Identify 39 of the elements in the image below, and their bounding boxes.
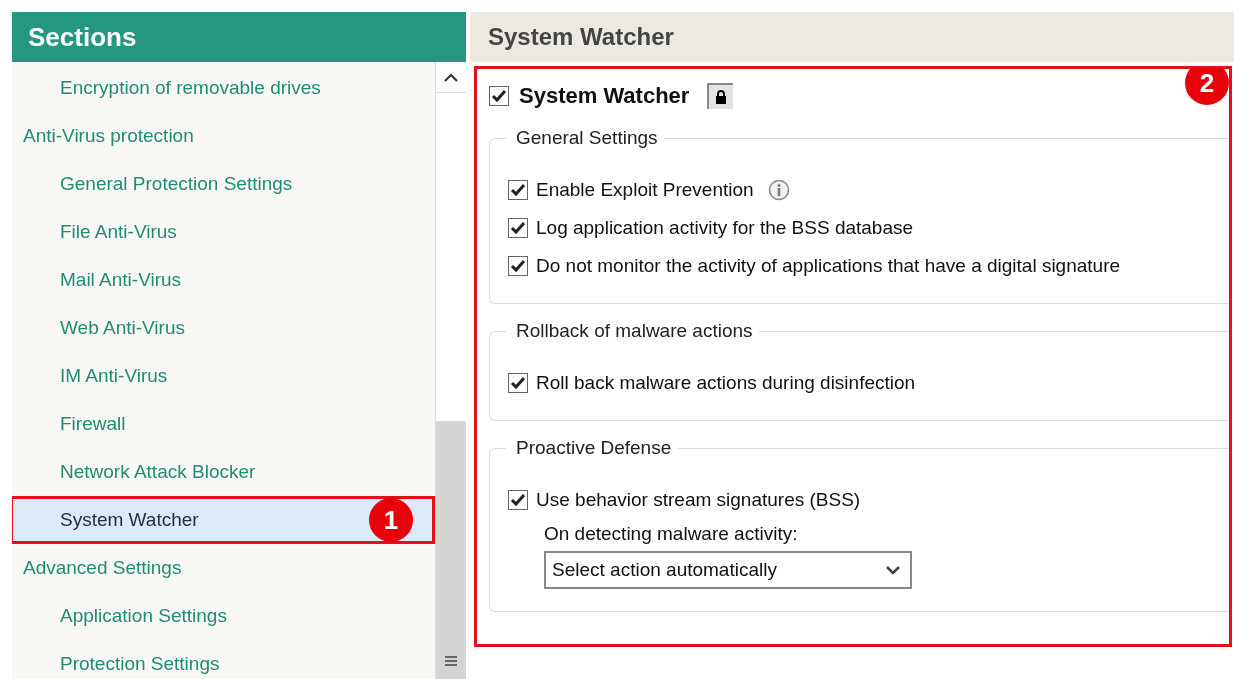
sidebar-item[interactable]: IM Anti-Virus [12, 352, 435, 400]
sidebar-item[interactable]: Web Anti-Virus [12, 304, 435, 352]
checkbox[interactable] [489, 86, 509, 106]
group-title: Rollback of malware actions [515, 320, 754, 342]
option-label: Do not monitor the activity of applications that have a digital signature [536, 255, 1121, 277]
checkbox[interactable] [508, 373, 528, 393]
sidebar-item[interactable]: General Protection Settings [12, 160, 435, 208]
field-label: On detecting malware activity: [544, 523, 799, 545]
checkbox[interactable] [508, 256, 528, 276]
sidebar-item[interactable]: Mail Anti-Virus [12, 256, 435, 304]
sidebar-item[interactable]: Anti-Virus protection [12, 112, 435, 160]
sidebar-item[interactable]: Advanced Settings [12, 544, 435, 592]
sidebar-title: Sections [12, 12, 466, 62]
sidebar-item[interactable]: Application Settings [12, 592, 435, 640]
callout-badge: 2 [1185, 69, 1229, 105]
grip-icon [445, 655, 457, 667]
group-title: General Settings [515, 127, 659, 149]
chevron-down-icon [886, 565, 900, 575]
scroll-up-button[interactable] [436, 62, 466, 93]
sidebar-item[interactable]: Network Attack Blocker [12, 448, 435, 496]
scrollbar-thumb[interactable] [436, 422, 466, 679]
checkbox[interactable] [508, 218, 528, 238]
sidebar-item[interactable]: Firewall [12, 400, 435, 448]
section-title: System Watcher [470, 12, 1234, 62]
sidebar-item[interactable]: File Anti-Virus [12, 208, 435, 256]
option-label: Use behavior stream signatures (BSS) [536, 489, 861, 511]
option-label: Enable Exploit Prevention [536, 179, 754, 201]
feature-title: System Watcher [519, 83, 690, 109]
lock-icon[interactable] [707, 83, 734, 109]
option-label: Roll back malware actions during disinfection [536, 372, 916, 394]
checkbox[interactable] [508, 180, 528, 200]
action-dropdown[interactable]: Select action automatically [544, 551, 912, 589]
sidebar-item[interactable]: Encryption of removable drives [12, 64, 435, 112]
option-label: Log application activity for the BSS database [536, 217, 914, 239]
group-title: Proactive Defense [515, 437, 673, 459]
chevron-up-icon [444, 72, 458, 82]
checkbox[interactable] [508, 490, 528, 510]
info-icon[interactable] [767, 179, 790, 201]
sidebar-item[interactable]: Protection Settings [12, 640, 435, 679]
